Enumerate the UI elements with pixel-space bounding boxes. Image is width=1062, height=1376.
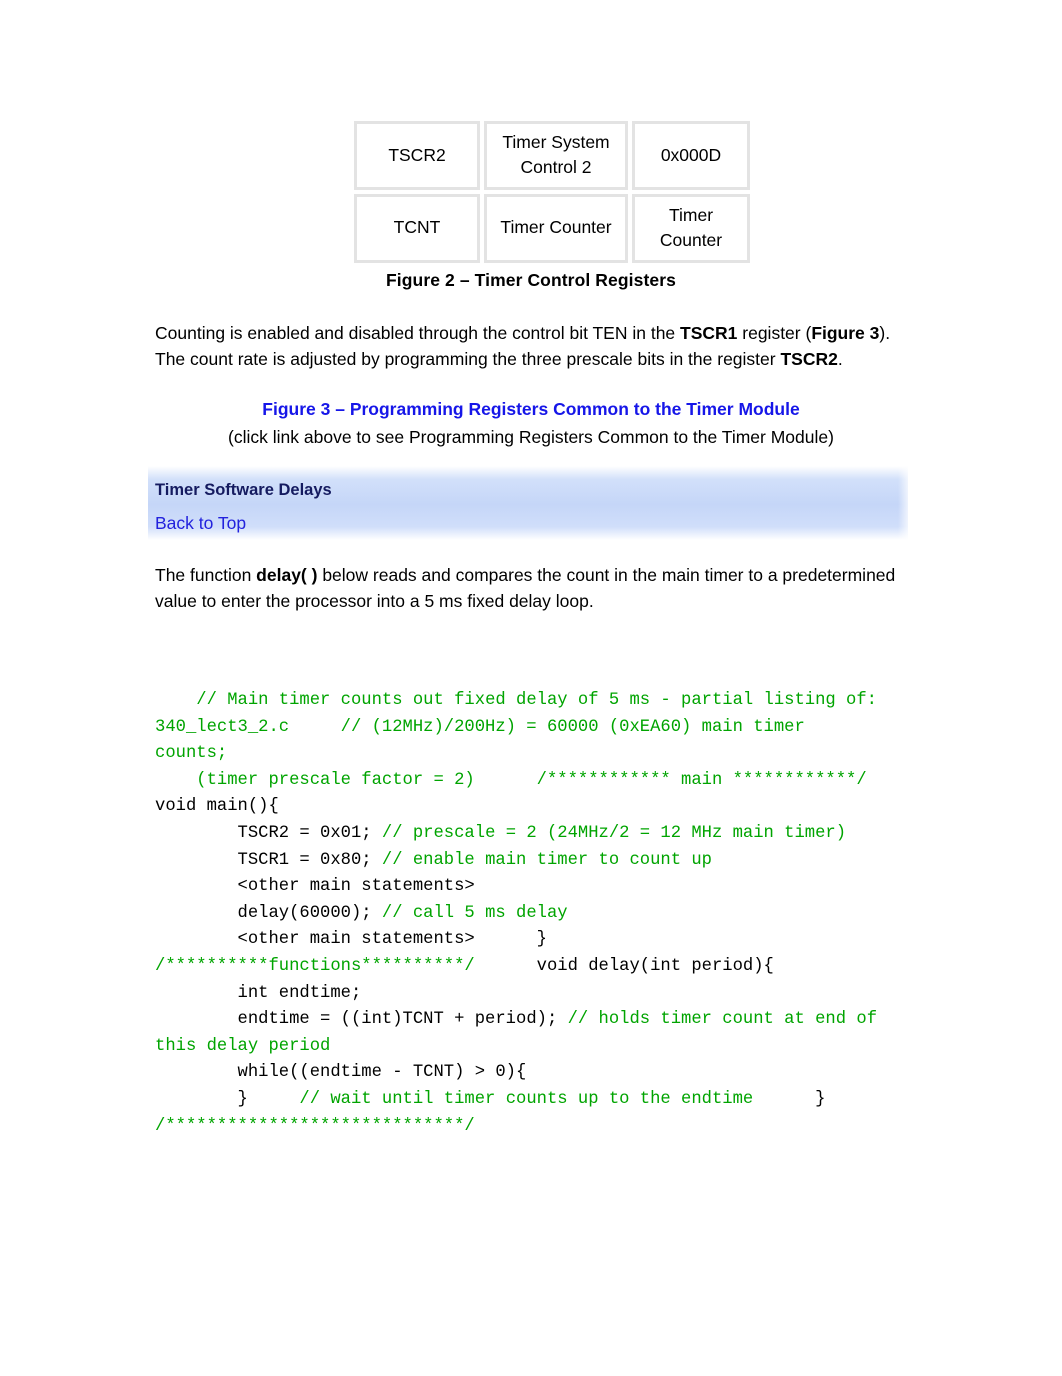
figure-3-subcaption: (click link above to see Programming Reg… [228, 427, 834, 447]
delay-function-bold: delay( ) [256, 565, 318, 585]
paragraph-text-part: . [837, 348, 843, 369]
table-row: TCNT Timer Counter Timer Counter [354, 193, 750, 263]
paragraph-text-part: register ( [737, 323, 812, 343]
paragraph-text-part: Counting is enabled and disabled through… [155, 323, 681, 343]
register-description-cell: Timer System Control 2 [484, 121, 628, 190]
delay-code-listing: // Main timer counts out fixed delay of … [155, 688, 885, 1140]
code-comment-segment: // prescale = 2 (24MHz/2 = 12 MHz main t… [381, 823, 847, 843]
register-value-cell: 0x000D [632, 121, 750, 190]
counting-paragraph: Counting is enabled and disabled through… [155, 321, 901, 372]
figure-3-block: Figure 3 – Programming Registers Common … [0, 397, 1062, 450]
delay-intro-paragraph: The function delay( ) below reads and co… [155, 563, 901, 614]
code-comment-segment: // wait until timer counts up to the end… [299, 1089, 754, 1109]
code-comment-segment: /**********functions**********/ [155, 956, 475, 976]
register-name-cell: TCNT [354, 193, 480, 263]
document-page: TSCR2 Timer System Control 2 0x000D TCNT… [0, 0, 1062, 1376]
code-source-segment: } [815, 1089, 826, 1109]
code-comment-segment: /*****************************/ [155, 1116, 475, 1136]
paragraph-text-part: The function [155, 565, 257, 585]
figure3-bold: Figure 3 [811, 323, 880, 343]
register-value-cell: Timer Counter [632, 193, 750, 263]
tscr2-bold: TSCR2 [780, 348, 838, 369]
register-description-cell: Timer Counter [484, 193, 628, 263]
code-source-segment [155, 771, 196, 790]
code-source-segment: TSCR1 = 0x80; [237, 850, 372, 870]
back-to-top-link[interactable]: Back to Top [155, 513, 246, 534]
table-row: TSCR2 Timer System Control 2 0x000D [354, 121, 750, 190]
timer-software-delays-section-header: Timer Software Delays Back to Top [148, 466, 912, 540]
figure-2-caption: Figure 2 – Timer Control Registers [386, 270, 676, 290]
code-source-segment [155, 691, 196, 710]
code-comment-segment: (timer prescale factor = 2) /***********… [196, 770, 867, 790]
tscr1-bold: TSCR1 [680, 323, 738, 343]
code-comment-segment: // call 5 ms delay [381, 903, 568, 923]
timer-control-registers-table: TSCR2 Timer System Control 2 0x000D TCNT… [350, 117, 750, 267]
code-source-segment: <other main statements> } [237, 930, 547, 950]
register-table: TSCR2 Timer System Control 2 0x000D TCNT… [350, 117, 754, 267]
code-comment-segment: // enable main timer to count up [381, 850, 712, 870]
figure-3-link[interactable]: Figure 3 – Programming Registers Common … [0, 397, 1062, 422]
code-comment-segment: // Main timer counts out fixed delay of … [155, 691, 888, 764]
section-title: Timer Software Delays [155, 481, 332, 499]
register-name-cell: TSCR2 [354, 121, 480, 190]
